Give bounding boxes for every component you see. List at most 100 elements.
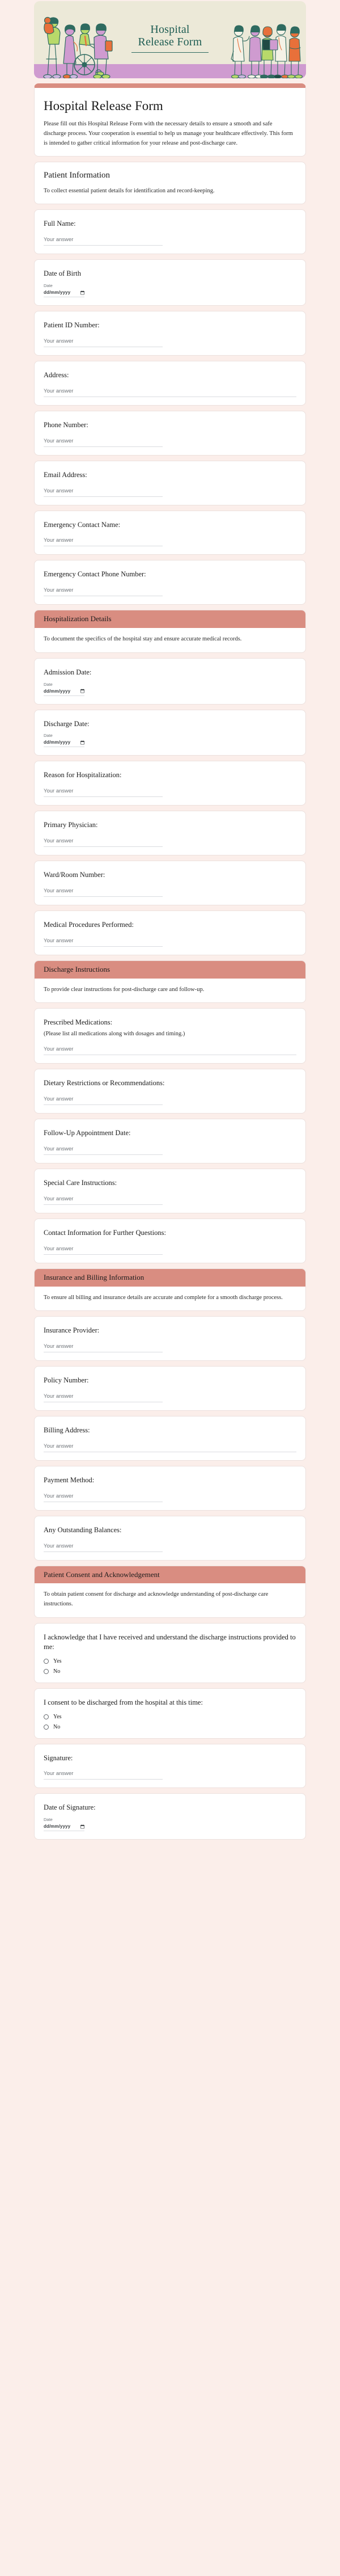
radio-option-label: No: [53, 1723, 61, 1730]
question-label: Special Care Instructions:: [44, 1179, 117, 1187]
answer-input[interactable]: Your answer: [44, 1343, 163, 1353]
radio-circle-icon[interactable]: [44, 1669, 49, 1675]
question-card-4-2: Signature: Your answer: [34, 1743, 306, 1789]
date-input[interactable]: dd/mm/yyyy: [44, 1824, 84, 1832]
question-card-2-4: Contact Information for Further Question…: [34, 1219, 306, 1263]
section-description: To ensure all billing and insurance deta…: [44, 1294, 283, 1301]
question-card-0-2: Patient ID Number: Your answer: [34, 311, 306, 356]
section-intro-card-3: Insurance and Billing Information To ens…: [34, 1268, 306, 1312]
question-card-2-3: Special Care Instructions: Your answer: [34, 1169, 306, 1214]
answer-input[interactable]: Your answer: [44, 1393, 163, 1403]
answer-input[interactable]: Your answer: [44, 587, 163, 597]
form-header-card: Hospital Release Form Please fill out th…: [34, 83, 306, 157]
section-body: To provide clear instructions for post-d…: [35, 979, 305, 1003]
question-label: Payment Method:: [44, 1475, 95, 1484]
form-description: Please fill out this Hospital Release Fo…: [44, 120, 293, 146]
answer-input[interactable]: Your answer: [44, 537, 163, 547]
radio-circle-icon[interactable]: [44, 1714, 49, 1719]
answer-input[interactable]: Your answer: [44, 388, 296, 397]
section-body: To obtain patient consent for discharge …: [35, 1583, 305, 1617]
radio-option[interactable]: No: [44, 1668, 296, 1675]
answer-input[interactable]: Your answer: [44, 1046, 296, 1056]
answer-input[interactable]: Your answer: [44, 438, 163, 447]
date-input[interactable]: dd/mm/yyyy: [44, 740, 84, 748]
question-card-2-0: Prescribed Medications: (Please list all…: [34, 1008, 306, 1064]
date-placeholder: dd/mm/yyyy: [44, 1824, 71, 1829]
date-input[interactable]: dd/mm/yyyy: [44, 689, 84, 696]
section-intro-card-2: Discharge Instructions To provide clear …: [34, 960, 306, 1004]
answer-input[interactable]: Your answer: [44, 338, 163, 347]
banner-title-line2: Release Form: [138, 36, 202, 49]
section-title: Patient Information: [44, 170, 110, 180]
question-card-3-3: Payment Method: Your answer: [34, 1465, 306, 1511]
answer-input[interactable]: Your answer: [44, 938, 163, 947]
date-field: Date dd/mm/yyyy: [44, 1817, 163, 1832]
calendar-icon[interactable]: [80, 290, 84, 295]
question-card-2-2: Follow-Up Appointment Date: Your answer: [34, 1119, 306, 1164]
section-description: To document the specifics of the hospita…: [44, 635, 242, 642]
date-placeholder: dd/mm/yyyy: [44, 290, 71, 296]
section-intro-card-1: Hospitalization Details To document the …: [34, 610, 306, 653]
question-label: Discharge Date:: [44, 719, 90, 728]
question-help-text: (Please list all medications along with …: [44, 1031, 185, 1038]
answer-input[interactable]: Your answer: [44, 237, 163, 246]
answer-input[interactable]: Your answer: [44, 788, 163, 798]
date-field: Date dd/mm/yyyy: [44, 733, 163, 748]
section-intro-card-0: Patient Information To collect essential…: [34, 161, 306, 205]
answer-input[interactable]: Your answer: [44, 1196, 163, 1205]
question-label: Emergency Contact Name:: [44, 520, 121, 529]
section-title: Hospitalization Details: [44, 614, 112, 623]
question-label: Date of Signature:: [44, 1803, 96, 1812]
radio-group: Yes No: [44, 1658, 296, 1675]
date-field: Date dd/mm/yyyy: [44, 283, 163, 298]
banner-title-line1: Hospital: [150, 23, 190, 36]
question-label: Address:: [44, 370, 69, 379]
radio-option[interactable]: Yes: [44, 1714, 296, 1720]
date-caption: Date: [44, 283, 53, 289]
banner-illustration-medical-team: [230, 9, 304, 78]
question-card-3-1: Policy Number: Your answer: [34, 1366, 306, 1411]
section-intro-card-4: Patient Consent and Acknowledgement To o…: [34, 1565, 306, 1618]
answer-input[interactable]: Your answer: [44, 1246, 163, 1255]
answer-input[interactable]: Your answer: [44, 1770, 163, 1780]
answer-input[interactable]: Your answer: [44, 1493, 163, 1502]
question-card-0-7: Emergency Contact Phone Number: Your ans…: [34, 560, 306, 605]
question-card-1-4: Ward/Room Number: Your answer: [34, 861, 306, 906]
question-label: Phone Number:: [44, 420, 88, 429]
question-card-1-0: Admission Date: Date dd/mm/yyyy: [34, 657, 306, 705]
date-caption: Date: [44, 681, 53, 687]
answer-input[interactable]: Your answer: [44, 1543, 163, 1552]
question-label: Ward/Room Number:: [44, 871, 105, 879]
banner-title-block: Hospital Release Form: [113, 23, 227, 53]
radio-option[interactable]: No: [44, 1723, 296, 1730]
date-input[interactable]: dd/mm/yyyy: [44, 290, 84, 298]
question-label: Date of Birth: [44, 269, 81, 278]
radio-option[interactable]: Yes: [44, 1658, 296, 1664]
question-label: I acknowledge that I have received and u…: [44, 1633, 296, 1651]
answer-input[interactable]: Your answer: [44, 888, 163, 897]
calendar-icon[interactable]: [80, 1824, 84, 1829]
date-placeholder: dd/mm/yyyy: [44, 688, 71, 694]
question-card-3-4: Any Outstanding Balances: Your answer: [34, 1515, 306, 1561]
question-label: Prescribed Medications:: [44, 1018, 113, 1027]
question-label: Primary Physician:: [44, 821, 98, 829]
radio-circle-icon[interactable]: [44, 1725, 49, 1730]
question-label: Medical Procedures Performed:: [44, 921, 134, 929]
radio-circle-icon[interactable]: [44, 1659, 49, 1664]
answer-input[interactable]: Your answer: [44, 1443, 296, 1452]
form-banner-wrapper: Hospital Release Form: [0, 0, 340, 78]
calendar-icon[interactable]: [80, 689, 84, 693]
calendar-icon[interactable]: [80, 740, 84, 745]
question-label: Emergency Contact Phone Number:: [44, 570, 146, 579]
answer-input[interactable]: Your answer: [44, 488, 163, 497]
question-label: Full Name:: [44, 220, 76, 228]
form-banner: Hospital Release Form: [34, 1, 306, 78]
answer-input[interactable]: Your answer: [44, 1096, 163, 1106]
answer-input[interactable]: Your answer: [44, 838, 163, 848]
question-label: Contact Information for Further Question…: [44, 1229, 166, 1237]
question-label: Reason for Hospitalization:: [44, 771, 122, 779]
answer-input[interactable]: Your answer: [44, 1146, 163, 1156]
question-card-3-2: Billing Address: Your answer: [34, 1416, 306, 1461]
question-label: Email Address:: [44, 470, 87, 479]
question-label: Dietary Restrictions or Recommendations:: [44, 1079, 165, 1087]
